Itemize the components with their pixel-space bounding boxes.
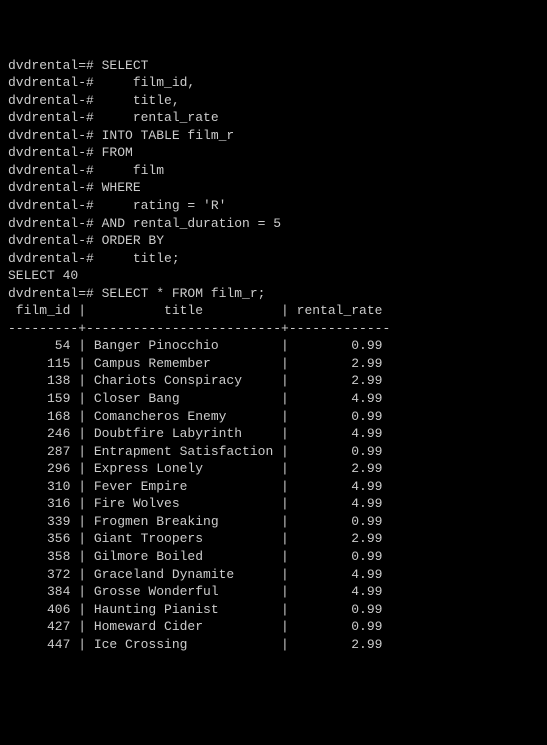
terminal-output: dvdrental=# SELECT dvdrental-# film_id, … — [8, 57, 539, 654]
